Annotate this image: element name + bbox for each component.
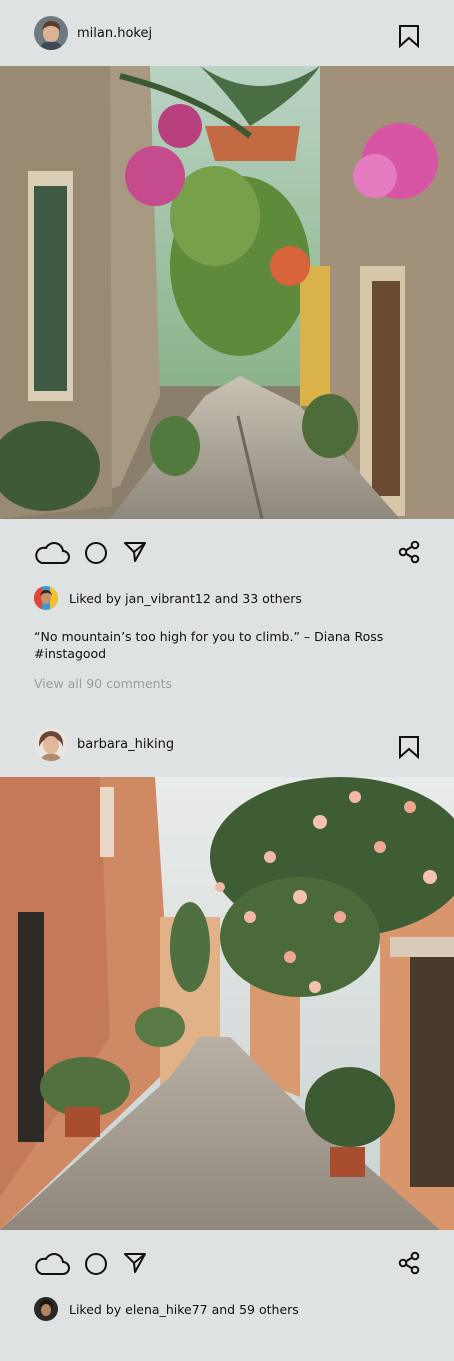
cloud-outline-icon[interactable] [34, 541, 70, 565]
likes-count[interactable]: and 33 others [211, 591, 302, 606]
paper-plane-icon[interactable] [123, 541, 147, 563]
likes-prefix: Liked by [69, 590, 126, 606]
post-actions [0, 1230, 454, 1296]
user-avatar[interactable] [34, 16, 68, 50]
bookmark-icon[interactable] [398, 24, 420, 48]
view-comments-link[interactable]: View all 90 comments [0, 662, 454, 691]
post-actions [0, 519, 454, 585]
post-1: milan.hokej Liked by jan_vibrant12 and 3… [0, 0, 454, 691]
circle-outline-icon[interactable] [84, 541, 108, 565]
circle-outline-icon[interactable] [84, 1252, 108, 1276]
likes-row: Liked by elena_hike77 and 59 others [0, 1296, 454, 1322]
share-icon[interactable] [397, 540, 421, 564]
post-photo[interactable] [0, 66, 454, 519]
liker-avatar[interactable] [34, 1297, 58, 1321]
post-header: milan.hokej [0, 0, 454, 66]
post-header: barbara_hiking [0, 711, 454, 777]
bookmark-icon[interactable] [398, 735, 420, 759]
paper-plane-icon[interactable] [123, 1252, 147, 1274]
likes-text: Liked by jan_vibrant12 and 33 others [69, 591, 302, 606]
likes-row: Liked by jan_vibrant12 and 33 others [0, 585, 454, 611]
liker-username[interactable]: elena_hike77 [125, 1302, 207, 1317]
user-avatar[interactable] [34, 727, 68, 761]
likes-prefix: Liked by [69, 1301, 126, 1317]
likes-text: Liked by elena_hike77 and 59 others [69, 1302, 299, 1317]
likes-count[interactable]: and 59 others [208, 1302, 299, 1317]
caption-hashtag[interactable]: #instagood [34, 645, 420, 662]
liker-username[interactable]: jan_vibrant12 [125, 591, 211, 606]
username[interactable]: barbara_hiking [77, 737, 174, 752]
post-photo[interactable] [0, 777, 454, 1230]
cloud-outline-icon[interactable] [34, 1252, 70, 1276]
username[interactable]: milan.hokej [77, 26, 152, 41]
post-caption: “No mountain’s too high for you to climb… [0, 611, 454, 662]
liker-avatar[interactable] [34, 586, 58, 610]
caption-quote: “No mountain’s too high for you to climb… [34, 629, 384, 644]
share-icon[interactable] [397, 1251, 421, 1275]
post-2: barbara_hiking Liked by elena_hike77 and… [0, 711, 454, 1322]
